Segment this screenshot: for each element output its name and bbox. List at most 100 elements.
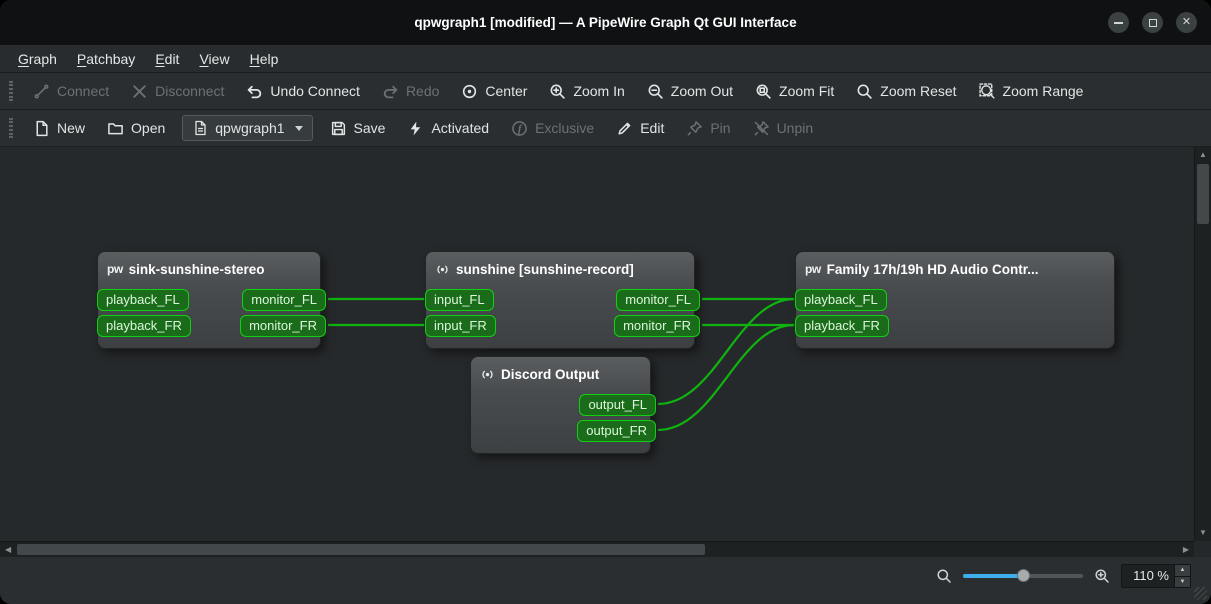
undo-connect-button[interactable]: Undo Connect [235, 78, 371, 105]
node-header: pw Family 17h/19h HD Audio Contr... [796, 252, 1114, 286]
zoom-out-button[interactable]: Zoom Out [636, 78, 744, 105]
scroll-down-icon[interactable]: ▼ [1199, 529, 1207, 537]
toolbar-drag-handle[interactable] [9, 118, 13, 138]
node-title: sink-sunshine-stereo [129, 262, 265, 277]
unpin-button[interactable]: Unpin [742, 115, 825, 142]
menu-help[interactable]: Help [240, 48, 289, 70]
activated-button[interactable]: Activated [396, 115, 500, 142]
window-controls: ✕ [1108, 12, 1197, 33]
pipewire-icon: pw [107, 262, 123, 276]
new-label: New [57, 120, 85, 136]
port-playback-fl[interactable]: playback_FL [795, 289, 887, 311]
node-discord-output[interactable]: Discord Output output_FL output_FR [470, 356, 651, 454]
port-input-fr[interactable]: input_FR [425, 315, 496, 337]
vertical-scrollbar[interactable]: ▲ ▼ [1194, 147, 1211, 541]
open-label: Open [131, 120, 165, 136]
zoom-value[interactable]: 110 % [1122, 565, 1174, 587]
audio-app-icon [435, 262, 450, 277]
spin-down-button[interactable]: ▼ [1175, 577, 1190, 588]
open-button[interactable]: Open [96, 115, 176, 142]
menu-edit[interactable]: Edit [145, 48, 189, 70]
connect-button[interactable]: Connect [22, 78, 120, 105]
close-icon: ✕ [1182, 17, 1191, 28]
center-button[interactable]: Center [450, 78, 538, 105]
disconnect-button[interactable]: Disconnect [120, 78, 235, 105]
port-input-fl[interactable]: input_FL [425, 289, 494, 311]
scroll-left-icon[interactable]: ◀ [5, 546, 11, 554]
menu-view[interactable]: View [189, 48, 239, 70]
pin-button[interactable]: Pin [675, 115, 741, 142]
node-family-hd-audio[interactable]: pw Family 17h/19h HD Audio Contr... play… [795, 251, 1115, 349]
zoom-range-icon [979, 83, 996, 100]
zoom-in-button[interactable]: Zoom In [538, 78, 635, 105]
vertical-scrollbar-thumb[interactable] [1197, 164, 1209, 224]
scrollbar-corner [1194, 541, 1211, 557]
zoom-in-icon [549, 83, 566, 100]
port-playback-fr[interactable]: playback_FR [795, 315, 889, 337]
horizontal-scrollbar-thumb[interactable] [17, 544, 705, 555]
port-output-fl[interactable]: output_FL [579, 394, 656, 416]
zoom-reset-button[interactable]: Zoom Reset [845, 78, 967, 105]
save-button[interactable]: Save [319, 115, 397, 142]
port-output-fr[interactable]: output_FR [577, 420, 656, 442]
center-label: Center [485, 83, 527, 99]
svg-text:f: f [518, 123, 523, 134]
zoom-range-button[interactable]: Zoom Range [968, 78, 1095, 105]
toolbar-patchbay: New Open qpwgraph1 Save Activated f Excl… [0, 110, 1211, 147]
exclusive-button[interactable]: f Exclusive [500, 115, 605, 142]
node-header: sunshine [sunshine-record] [426, 252, 694, 286]
open-folder-icon [107, 120, 124, 137]
zoom-in-small-icon[interactable] [1094, 564, 1110, 588]
patchbay-select-value: qpwgraph1 [215, 120, 284, 136]
resize-grip[interactable] [1194, 587, 1207, 600]
connect-label: Connect [57, 83, 109, 99]
port-monitor-fl[interactable]: monitor_FL [616, 289, 700, 311]
zoom-out-label: Zoom Out [671, 83, 733, 99]
zoom-out-small-icon[interactable] [936, 564, 952, 588]
disconnect-label: Disconnect [155, 83, 224, 99]
activated-label: Activated [431, 120, 489, 136]
spin-up-button[interactable]: ▲ [1175, 565, 1190, 577]
zoom-fit-label: Zoom Fit [779, 83, 834, 99]
scroll-up-icon[interactable]: ▲ [1199, 151, 1207, 159]
connect-icon [33, 83, 50, 100]
port-playback-fr[interactable]: playback_FR [97, 315, 191, 337]
close-button[interactable]: ✕ [1176, 12, 1197, 33]
edit-label: Edit [640, 120, 664, 136]
zoom-out-icon [647, 83, 664, 100]
maximize-icon [1149, 19, 1157, 27]
patchbay-select[interactable]: qpwgraph1 [182, 115, 312, 141]
toolbar-graph: Connect Disconnect Undo Connect Redo Cen… [0, 73, 1211, 110]
zoom-fit-button[interactable]: Zoom Fit [744, 78, 845, 105]
edit-button[interactable]: Edit [605, 115, 675, 142]
save-label: Save [354, 120, 386, 136]
graph-canvas[interactable]: pw sink-sunshine-stereo playback_FL moni… [0, 147, 1194, 541]
zoom-slider-handle[interactable] [1017, 569, 1030, 582]
zoom-spinbox[interactable]: 110 % ▲ ▼ [1121, 564, 1191, 588]
menu-patchbay[interactable]: Patchbay [67, 48, 145, 70]
minimize-icon [1114, 22, 1123, 24]
port-monitor-fr[interactable]: monitor_FR [240, 315, 326, 337]
node-sink-sunshine-stereo[interactable]: pw sink-sunshine-stereo playback_FL moni… [97, 251, 321, 349]
port-monitor-fr[interactable]: monitor_FR [614, 315, 700, 337]
maximize-button[interactable] [1142, 12, 1163, 33]
minimize-button[interactable] [1108, 12, 1129, 33]
undo-connect-label: Undo Connect [270, 83, 360, 99]
redo-icon [382, 83, 399, 100]
statusbar: 110 % ▲ ▼ [0, 557, 1211, 604]
zoom-range-label: Zoom Range [1003, 83, 1084, 99]
pipewire-icon: pw [805, 262, 821, 276]
unpin-label: Unpin [777, 120, 814, 136]
chevron-down-icon [295, 126, 303, 131]
scroll-right-icon[interactable]: ▶ [1183, 546, 1189, 554]
redo-button[interactable]: Redo [371, 78, 450, 105]
zoom-slider[interactable] [963, 564, 1083, 588]
new-button[interactable]: New [22, 115, 96, 142]
undo-icon [246, 83, 263, 100]
port-playback-fl[interactable]: playback_FL [97, 289, 189, 311]
horizontal-scrollbar[interactable]: ◀ ▶ [0, 541, 1194, 557]
toolbar-drag-handle[interactable] [9, 81, 13, 101]
node-sunshine[interactable]: sunshine [sunshine-record] input_FL moni… [425, 251, 695, 349]
port-monitor-fl[interactable]: monitor_FL [242, 289, 326, 311]
menu-graph[interactable]: Graph [8, 48, 67, 70]
